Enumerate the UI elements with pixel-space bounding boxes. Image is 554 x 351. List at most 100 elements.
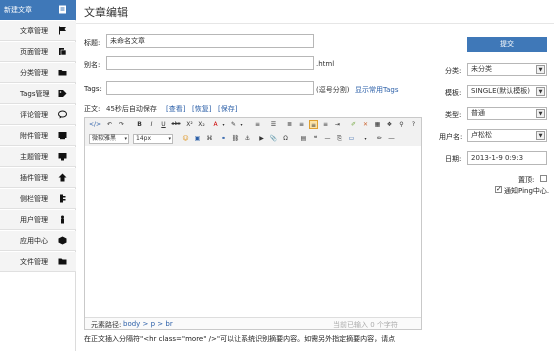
sidebar-item-category-manage[interactable]: 分类管理 — [0, 63, 76, 83]
blockquote-icon[interactable]: ❝ — [311, 134, 320, 143]
sidebar-item-label: 文件管理 — [20, 258, 48, 266]
sidebar-item-plugin-manage[interactable]: 插件管理 — [0, 168, 76, 188]
excerpt-hint: 在正文插入分隔符"<hr class="more" />"可以让系统识别摘要内容… — [84, 335, 396, 343]
template-label: 模板: — [445, 89, 462, 97]
insert-link-icon[interactable]: ⚭ — [219, 134, 228, 143]
sidebar-item-label: 侧栏管理 — [20, 195, 48, 203]
sidebar-item-label: 应用中心 — [20, 237, 48, 245]
ping-label: 通知Ping中心. — [504, 187, 550, 195]
superscript-icon[interactable]: X² — [185, 120, 194, 129]
strikethrough-icon[interactable]: abc — [171, 120, 181, 129]
chevron-down-icon: ▼ — [536, 65, 545, 74]
editor-content-area[interactable] — [85, 146, 421, 317]
char-count: 当前已输入 0 个字符 — [333, 321, 398, 329]
sidebar-item-tags-manage[interactable]: Tags管理 — [0, 84, 76, 104]
help-icon[interactable]: ? — [409, 120, 418, 129]
search-replace-icon[interactable]: ⚲ — [397, 120, 406, 129]
submit-button[interactable]: 提交 — [467, 37, 547, 52]
underline-icon[interactable]: U — [159, 120, 168, 129]
sidebar-item-attachment-manage[interactable]: 附件管理 — [0, 126, 76, 146]
category-select[interactable]: 未分类 ▼ — [467, 63, 547, 76]
more-separator-icon[interactable]: ▭ — [347, 134, 356, 143]
clear-format-icon[interactable]: ✕ — [361, 120, 370, 129]
indent-icon[interactable]: ⇥ — [333, 120, 342, 129]
undo-icon[interactable]: ↶ — [105, 120, 114, 129]
sidebar-item-page-manage[interactable]: 页面管理 — [0, 42, 76, 62]
horizontal-rule-icon[interactable]: — — [323, 134, 332, 143]
sidebar-item-comment-manage[interactable]: 评论管理 — [0, 105, 76, 125]
ping-checkbox[interactable] — [495, 185, 502, 193]
page-break-icon[interactable]: ⎘ — [335, 134, 344, 143]
template-select[interactable]: SINGLE(默认模板) ▼ — [467, 85, 547, 98]
page-icon — [59, 48, 67, 56]
subscript-icon[interactable]: X₂ — [197, 120, 206, 129]
font-family-select[interactable]: 微软雅黑 ▾ — [89, 134, 129, 144]
sidebar: 新建文章 文章管理 页面管理 分类管理 Tags管理 评论管理 附件管理 主题管… — [0, 0, 76, 351]
title-label: 标题: — [84, 39, 101, 47]
tags-input[interactable] — [106, 81, 314, 95]
autosave-save-link[interactable]: [保存] — [218, 104, 237, 114]
highlight-dropdown-icon[interactable]: ▾ — [237, 120, 246, 129]
sidebar-item-file-manage[interactable]: 文件管理 — [0, 252, 76, 272]
sidebar-item-article-manage[interactable]: 文章管理 — [0, 21, 76, 41]
autosave-text: 45秒后自动保存 — [106, 105, 157, 113]
font-size-select[interactable]: 14px ▾ — [133, 134, 173, 144]
html-source-icon[interactable]: </> — [89, 120, 101, 129]
insert-table-icon[interactable]: ▦ — [373, 120, 382, 129]
sidebar-item-label: 插件管理 — [20, 174, 48, 182]
emoticon-icon[interactable]: ☺ — [181, 134, 190, 143]
italic-icon[interactable]: I — [147, 120, 156, 129]
file-icon — [58, 258, 67, 265]
pin-top-checkbox[interactable] — [540, 175, 547, 182]
align-left-icon[interactable]: ≡ — [297, 120, 306, 129]
redo-icon[interactable]: ↷ — [117, 120, 126, 129]
category-value: 未分类 — [471, 65, 492, 73]
preview-icon[interactable]: ❖ — [385, 120, 394, 129]
title-input[interactable]: 未命名文章 — [106, 34, 314, 48]
insert-video-icon[interactable]: ▶ — [257, 134, 266, 143]
align-right-icon[interactable]: ≡ — [321, 120, 330, 129]
sidebar-item-theme-manage[interactable]: 主题管理 — [0, 147, 76, 167]
sidebar-item-new-article[interactable]: 新建文章 — [0, 0, 76, 20]
sidebar-item-user-manage[interactable]: 用户管理 — [0, 210, 76, 230]
type-select[interactable]: 普通 ▼ — [467, 107, 547, 120]
unlink-icon[interactable]: ⛓ — [231, 134, 240, 143]
alias-input[interactable] — [106, 56, 314, 70]
autosave-view-link[interactable]: [查看] — [166, 104, 185, 114]
font-color-dropdown-icon[interactable]: ▾ — [219, 120, 228, 129]
anchor-icon[interactable]: ⚓ — [243, 134, 252, 143]
align-center-icon[interactable]: ≡ — [309, 120, 318, 129]
align-justify-icon[interactable]: ≣ — [285, 120, 294, 129]
autosave-restore-link[interactable]: [恢复] — [192, 104, 211, 114]
sidebar-item-label: 附件管理 — [20, 132, 48, 140]
element-path[interactable]: body > p > br — [123, 320, 173, 328]
insert-row-icon[interactable]: ▤ — [299, 134, 308, 143]
plugin-icon — [58, 173, 67, 182]
unordered-list-icon[interactable]: ☰ — [269, 120, 278, 129]
line-icon[interactable]: ― — [387, 134, 396, 143]
category-label: 分类: — [445, 67, 462, 75]
title-divider — [76, 23, 554, 24]
editor-status-bar: 元素路径: body > p > br 当前已输入 0 个字符 — [85, 317, 421, 329]
pen-icon[interactable]: ✏ — [375, 134, 384, 143]
tags-hint: (逗号分割) — [316, 86, 350, 94]
format-brush-icon[interactable]: ✐ — [349, 120, 358, 129]
date-input[interactable]: 2013-1-9 0:9:3 — [467, 151, 547, 165]
chevron-down-icon: ▾ — [124, 136, 127, 142]
show-common-tags-link[interactable]: 显示常用Tags — [355, 85, 399, 95]
sidebar-item-app-center[interactable]: 应用中心 — [0, 231, 76, 251]
special-char-icon[interactable]: Ω — [281, 134, 290, 143]
ordered-list-icon[interactable]: ≡ — [253, 120, 262, 129]
pin-top-label: 置顶: — [518, 176, 535, 184]
sidebar-item-sidebar-manage[interactable]: 侧栏管理 — [0, 189, 76, 209]
chevron-down-icon: ▼ — [536, 87, 545, 96]
more-dropdown-icon[interactable]: ▾ — [361, 134, 370, 143]
insert-code-icon[interactable]: ⌘ — [205, 134, 214, 143]
bold-icon[interactable]: B — [135, 120, 144, 129]
font-size-value: 14px — [136, 135, 151, 142]
insert-attachment-icon[interactable]: 📎 — [269, 134, 278, 143]
username-select[interactable]: 卢松松 ▼ — [467, 129, 547, 142]
username-label: 用户名: — [439, 133, 463, 141]
insert-image-icon[interactable]: ▣ — [193, 134, 202, 143]
alias-suffix: .html — [316, 60, 335, 68]
